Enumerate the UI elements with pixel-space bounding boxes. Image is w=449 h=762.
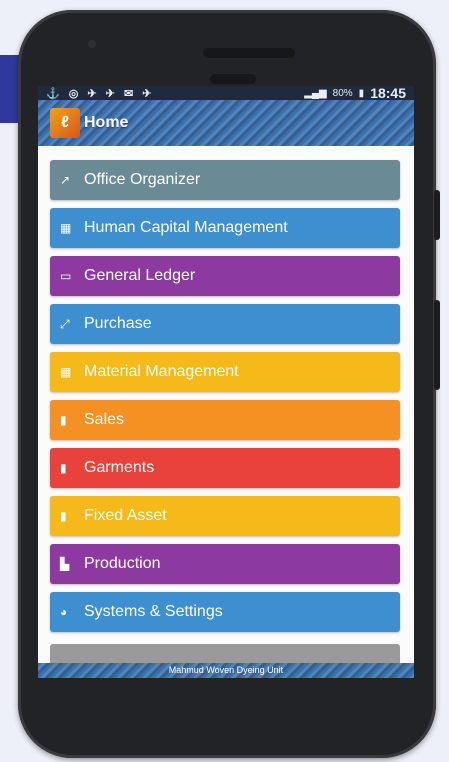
sensor	[210, 74, 256, 84]
menu-item-label: Systems & Settings	[84, 603, 223, 620]
production-icon: ▙	[60, 557, 70, 571]
menu-item-label: Fixed Asset	[84, 507, 167, 524]
battery-percent: 80%	[332, 87, 353, 99]
bar-chart-icon: ▮	[60, 461, 67, 475]
status-bar: ⚓ ◎ ✈ ✈ ✉ ✈ ▂▄▆ 80% ▮ 18:45	[38, 86, 414, 101]
app-screen: ⚓ ◎ ✈ ✈ ✉ ✈ ▂▄▆ 80% ▮ 18:45 ℓ Home ↗ Offi…	[38, 86, 414, 678]
signal-icon: ▂▄▆	[304, 87, 327, 99]
menu-item-label: Purchase	[84, 315, 152, 332]
menu-item-office-organizer[interactable]: ↗ Office Organizer	[50, 160, 400, 200]
app-bar: ℓ Home	[38, 100, 414, 146]
purchase-icon: ⤢	[60, 316, 70, 331]
speaker-grille	[203, 48, 295, 58]
power-button	[434, 190, 440, 240]
users-icon: ▦	[60, 221, 72, 235]
app-logo[interactable]: ℓ	[50, 108, 80, 138]
menu-item-purchase[interactable]: ⤢ Purchase	[50, 304, 400, 344]
page-title: Home	[84, 114, 129, 131]
material-icon: ▦	[60, 365, 72, 379]
footer-banner: Mahmud Woven Dyeing Unit	[38, 663, 414, 678]
ledger-icon: ▭	[60, 269, 72, 283]
menu-item-general-ledger[interactable]: ▭ General Ledger	[50, 256, 400, 296]
battery-icon: ▮	[358, 87, 365, 99]
menu-item-label: Production	[84, 555, 161, 572]
volume-button	[434, 300, 440, 390]
settings-icon: ◕	[60, 605, 68, 619]
menu-item-production[interactable]: ▙ Production	[50, 544, 400, 584]
clock: 18:45	[370, 86, 406, 101]
menu-item-label: General Ledger	[84, 267, 196, 284]
bar-chart-icon: ▮	[60, 509, 67, 523]
camera-icon	[88, 40, 96, 48]
menu-item-label: Human Capital Management	[84, 219, 288, 236]
menu-item-label: Office Organizer	[84, 171, 201, 188]
menu-item-label: Material Management	[84, 363, 239, 380]
menu-item-human-capital-management[interactable]: ▦ Human Capital Management	[50, 208, 400, 248]
menu-item-fixed-asset[interactable]: ▮ Fixed Asset	[50, 496, 400, 536]
menu-item-partial[interactable]	[50, 644, 400, 664]
module-menu: ↗ Office Organizer ▦ Human Capital Manageme…	[50, 160, 400, 640]
menu-item-sales[interactable]: ▮ Sales	[50, 400, 400, 440]
menu-item-garments[interactable]: ▮ Garments	[50, 448, 400, 488]
menu-item-material-management[interactable]: ▦ Material Management	[50, 352, 400, 392]
menu-item-label: Sales	[84, 411, 125, 428]
menu-item-label: Garments	[84, 459, 155, 476]
menu-item-systems-settings[interactable]: ◕ Systems & Settings	[50, 592, 400, 632]
bar-chart-icon: ▮	[60, 413, 67, 427]
chart-line-icon: ↗	[60, 173, 71, 187]
notification-icons: ⚓ ◎ ✈ ✈ ✉ ✈	[46, 87, 155, 100]
